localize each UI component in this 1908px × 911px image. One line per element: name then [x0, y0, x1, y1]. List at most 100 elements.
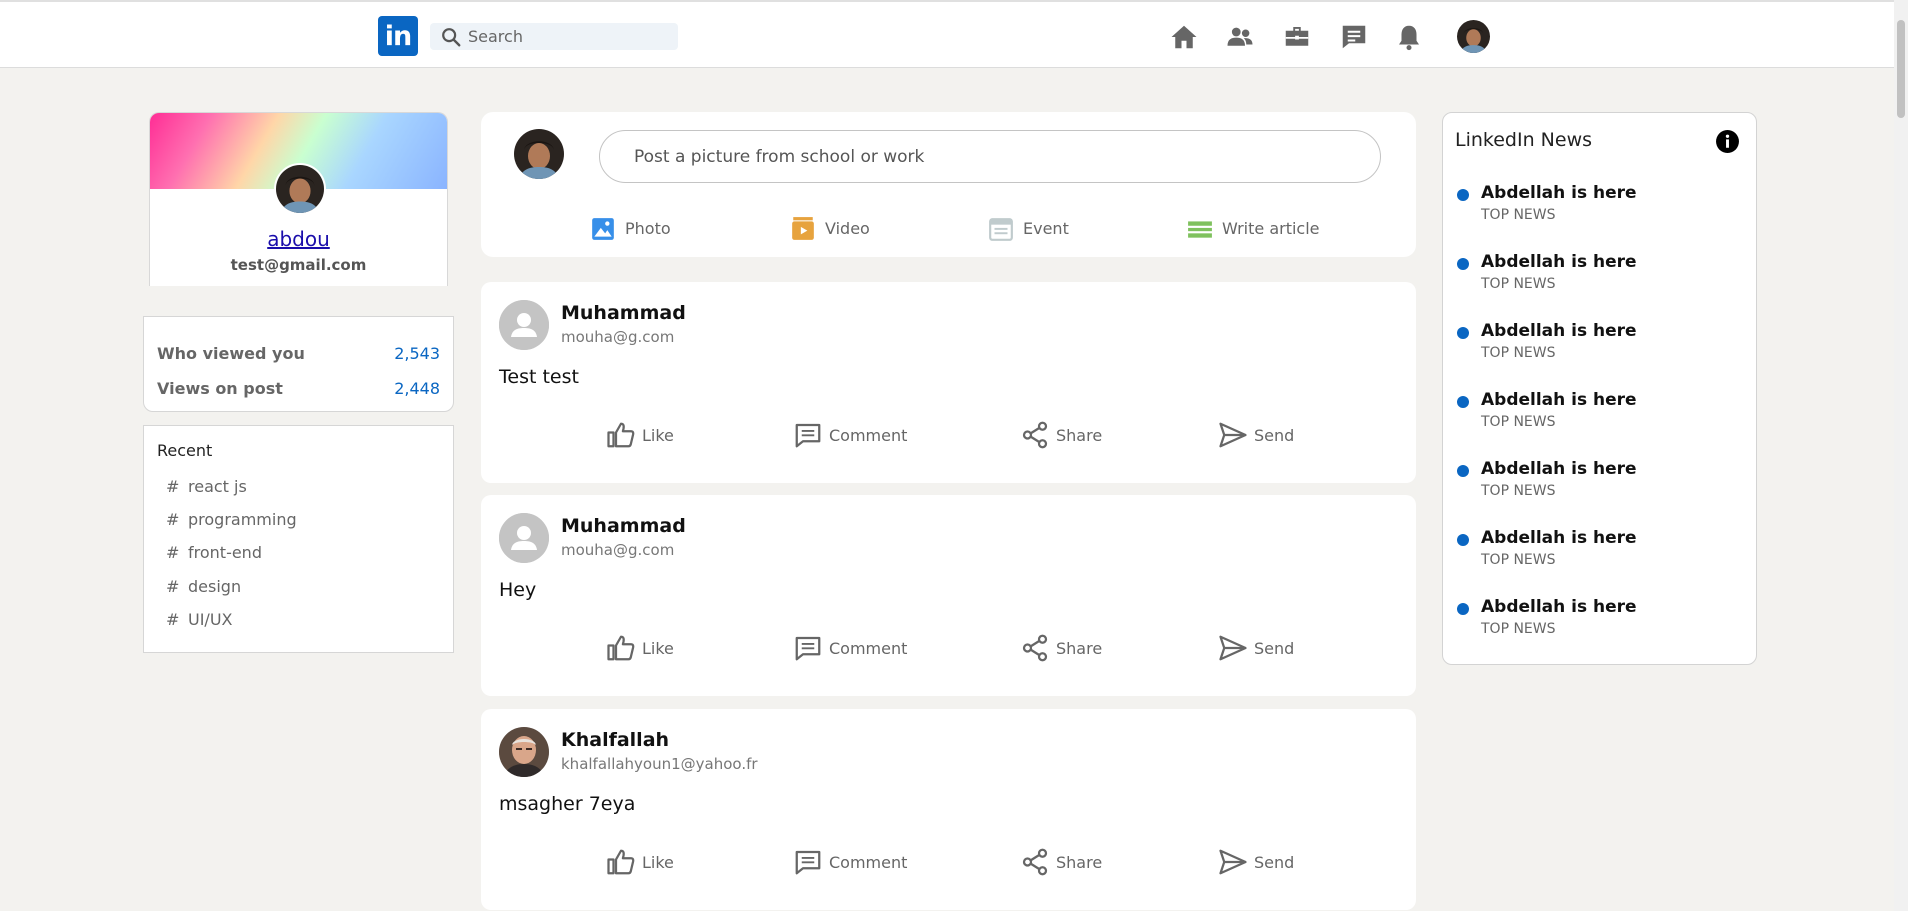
hashtag-icon: #: [166, 510, 180, 529]
post-author-email: khalfallahyoun1@yahoo.fr: [561, 755, 758, 773]
recent-item-label: front-end: [188, 543, 262, 562]
news-subtitle: TOP NEWS: [1481, 207, 1556, 223]
news-item[interactable]: Abdellah is here TOP NEWS: [1457, 459, 1737, 503]
bullet-dot-icon: [1457, 396, 1469, 408]
news-item[interactable]: Abdellah is here TOP NEWS: [1457, 597, 1737, 641]
profile-stats: Who viewed you 2,543 Views on post 2,448: [143, 316, 454, 412]
news-subtitle: TOP NEWS: [1481, 345, 1556, 361]
avatar[interactable]: [1457, 20, 1490, 53]
jobs-icon[interactable]: [1282, 22, 1312, 52]
news-item[interactable]: Abdellah is here TOP NEWS: [1457, 321, 1737, 365]
post-author-name[interactable]: Khalfallah: [561, 729, 669, 751]
profile-email: test@gmail.com: [230, 256, 367, 274]
video-icon: [792, 217, 814, 240]
event-icon: [989, 218, 1013, 241]
video-label: Video: [825, 219, 870, 238]
profile-name[interactable]: abdou: [150, 227, 447, 251]
like-icon: [607, 422, 635, 448]
recent-card: Recent # react js # programming # front-end…: [143, 425, 454, 653]
page-scrollbar[interactable]: [1894, 0, 1908, 911]
messaging-icon[interactable]: [1339, 22, 1369, 52]
photo-label: Photo: [625, 219, 671, 238]
recent-item[interactable]: # UI/UX: [166, 610, 233, 629]
user-avatar-placeholder-icon[interactable]: [499, 300, 549, 350]
post-composer: Post a picture from school or work Photo…: [481, 112, 1416, 257]
news-item[interactable]: Abdellah is here TOP NEWS: [1457, 252, 1737, 296]
comment-icon: [795, 636, 821, 661]
comment-label: Comment: [829, 426, 908, 445]
profile-avatar[interactable]: [274, 163, 326, 215]
user-avatar-placeholder-icon[interactable]: [499, 513, 549, 563]
hashtag-icon: #: [166, 577, 180, 596]
news-subtitle: TOP NEWS: [1481, 621, 1556, 637]
share-icon: [1022, 634, 1048, 662]
scrollbar-thumb[interactable]: [1897, 20, 1905, 118]
news-item[interactable]: Abdellah is here TOP NEWS: [1457, 528, 1737, 572]
info-icon[interactable]: [1715, 129, 1740, 154]
feed-post: Khalfallah khalfallahyoun1@yahoo.fr msag…: [481, 709, 1416, 910]
notifications-icon[interactable]: [1394, 22, 1424, 52]
post-author-name[interactable]: Muhammad: [561, 515, 686, 537]
comment-icon: [795, 850, 821, 875]
news-headline: Abdellah is here: [1481, 183, 1637, 203]
share-label: Share: [1056, 853, 1103, 872]
share-icon: [1022, 421, 1048, 449]
photo-icon: [592, 218, 614, 240]
like-icon: [607, 849, 635, 875]
news-item[interactable]: Abdellah is here TOP NEWS: [1457, 390, 1737, 434]
network-icon[interactable]: [1225, 22, 1255, 52]
event-label: Event: [1023, 219, 1069, 238]
recent-item[interactable]: # front-end: [166, 543, 262, 562]
recent-item[interactable]: # design: [166, 577, 241, 596]
stat-views-on-post[interactable]: Views on post 2,448: [157, 379, 440, 401]
post-text: msagher 7eya: [499, 793, 636, 815]
comment-label: Comment: [829, 853, 908, 872]
news-subtitle: TOP NEWS: [1481, 483, 1556, 499]
recent-item[interactable]: # programming: [166, 510, 297, 529]
profile-card: abdou test@gmail.com: [149, 112, 448, 286]
write-article-label: Write article: [1222, 219, 1320, 238]
recent-item-label: UI/UX: [188, 610, 233, 629]
like-label: Like: [642, 426, 674, 445]
send-label: Send: [1254, 853, 1295, 872]
stat-who-viewed[interactable]: Who viewed you 2,543: [157, 344, 440, 366]
bullet-dot-icon: [1457, 603, 1469, 615]
post-input[interactable]: Post a picture from school or work: [599, 130, 1381, 183]
article-icon: [1188, 221, 1212, 238]
comment-label: Comment: [829, 639, 908, 658]
post-author-email: mouha@g.com: [561, 328, 675, 346]
bullet-dot-icon: [1457, 465, 1469, 477]
comment-icon: [795, 423, 821, 448]
search-input[interactable]: Search: [468, 27, 523, 46]
search-box[interactable]: Search: [430, 23, 678, 50]
stat-label: Who viewed you: [157, 344, 305, 363]
post-input-placeholder: Post a picture from school or work: [634, 147, 925, 167]
feed-post: Muhammad mouha@g.com Hey Like Comment Sh…: [481, 495, 1416, 696]
news-subtitle: TOP NEWS: [1481, 414, 1556, 430]
recent-item-label: react js: [188, 477, 247, 496]
news-item[interactable]: Abdellah is here TOP NEWS: [1457, 183, 1737, 227]
send-label: Send: [1254, 426, 1295, 445]
news-title: LinkedIn News: [1455, 129, 1593, 151]
hashtag-icon: #: [166, 543, 180, 562]
like-label: Like: [642, 853, 674, 872]
bullet-dot-icon: [1457, 327, 1469, 339]
send-icon: [1219, 849, 1247, 875]
recent-item-label: programming: [188, 510, 297, 529]
news-subtitle: TOP NEWS: [1481, 552, 1556, 568]
stat-label: Views on post: [157, 379, 283, 398]
post-author-name[interactable]: Muhammad: [561, 302, 686, 324]
share-icon: [1022, 848, 1048, 876]
news-subtitle: TOP NEWS: [1481, 276, 1556, 292]
recent-item[interactable]: # react js: [166, 477, 247, 496]
hashtag-icon: #: [166, 477, 180, 496]
composer-avatar: [514, 129, 564, 179]
news-headline: Abdellah is here: [1481, 528, 1637, 548]
home-icon[interactable]: [1169, 22, 1199, 52]
user-avatar[interactable]: [499, 727, 549, 777]
stat-value: 2,448: [394, 379, 440, 398]
post-text: Test test: [499, 366, 579, 388]
linkedin-logo[interactable]: in: [378, 16, 418, 56]
news-headline: Abdellah is here: [1481, 390, 1637, 410]
share-label: Share: [1056, 426, 1103, 445]
